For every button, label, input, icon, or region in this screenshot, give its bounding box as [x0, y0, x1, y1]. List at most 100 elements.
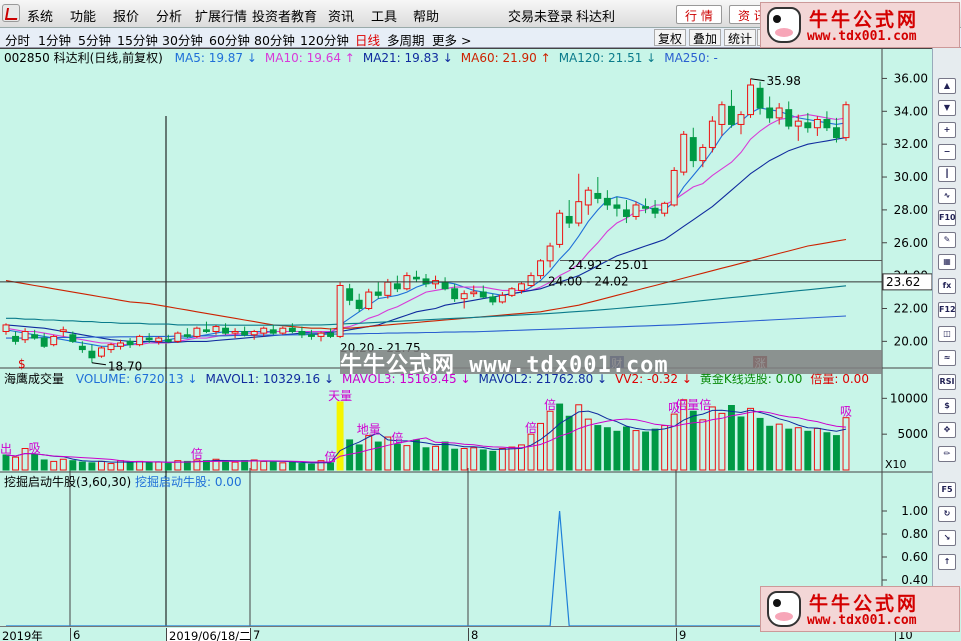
- menu-extended[interactable]: 扩展行情: [195, 6, 247, 25]
- layout-icon[interactable]: ◫: [938, 326, 956, 342]
- grid-icon[interactable]: ▦: [938, 254, 956, 270]
- candle-body: [479, 291, 487, 298]
- money-icon[interactable]: $: [938, 398, 956, 414]
- menu-quote[interactable]: 报价: [113, 6, 139, 25]
- y-tick-label: 5000: [897, 427, 928, 441]
- candle-body: [69, 334, 77, 342]
- f10-icon[interactable]: F10: [938, 210, 956, 226]
- volume-bar: [403, 445, 411, 471]
- candle-body: [565, 215, 573, 224]
- volume-bar: [603, 427, 611, 471]
- f5-icon[interactable]: F5: [938, 482, 956, 498]
- y-tick-label: 1.00: [901, 504, 928, 518]
- y-tick-label: 0.60: [901, 550, 928, 564]
- zoom-in-icon[interactable]: +: [938, 122, 956, 138]
- fx-icon[interactable]: fx: [938, 278, 956, 294]
- candle: [584, 186, 592, 215]
- candle-body: [327, 332, 335, 337]
- period-multi[interactable]: 多周期: [387, 30, 425, 49]
- period-30min[interactable]: 30分钟: [162, 30, 203, 49]
- volume-bar: [384, 436, 392, 471]
- menu-news[interactable]: 资讯: [328, 6, 354, 25]
- candle: [546, 242, 554, 268]
- volume-bar: [661, 425, 669, 471]
- volume-bar: [775, 423, 783, 471]
- period-5min[interactable]: 5分钟: [78, 30, 111, 49]
- candle: [241, 326, 249, 337]
- arrow-down-icon[interactable]: ▼: [938, 100, 956, 116]
- volume-bar: [432, 445, 440, 471]
- candle: [632, 201, 640, 220]
- brand-title: 牛牛公式网: [809, 593, 920, 615]
- candle-icon[interactable]: ┃: [938, 166, 956, 182]
- adjust-button[interactable]: 复权: [654, 29, 687, 46]
- volume-bar: [479, 449, 487, 471]
- date-label: 2019年: [2, 629, 43, 641]
- volume-tag: 出: [0, 442, 12, 456]
- volume-bar: [804, 430, 812, 471]
- menu-system[interactable]: 系统: [27, 6, 53, 25]
- period-15min[interactable]: 15分钟: [117, 30, 158, 49]
- move-icon[interactable]: ✥: [938, 422, 956, 438]
- candle-body: [651, 207, 659, 214]
- candle: [689, 127, 697, 168]
- indicator-legend: 挖掘启动牛股(3,60,30) 挖掘启动牛股: 0.00: [4, 473, 242, 490]
- refresh-icon[interactable]: ↻: [938, 506, 956, 522]
- menu-analysis[interactable]: 分析: [156, 6, 182, 25]
- candle: [842, 101, 850, 141]
- menu-tools[interactable]: 工具: [371, 6, 397, 25]
- small-arrow-icon[interactable]: ↘: [938, 530, 956, 546]
- menu-education[interactable]: 投资者教育: [252, 6, 317, 25]
- period-80min[interactable]: 80分钟: [254, 30, 295, 49]
- volume-bar: [412, 439, 420, 471]
- menu-function[interactable]: 功能: [70, 6, 96, 25]
- ma-legend-item: MA60: 21.90 ↑: [460, 51, 551, 65]
- f12-icon[interactable]: F12: [938, 302, 956, 318]
- candle: [97, 346, 105, 358]
- marker-s: $: [18, 357, 26, 371]
- chart-icon[interactable]: ∿: [938, 188, 956, 204]
- candle: [680, 131, 688, 176]
- pencil-icon[interactable]: ✏: [938, 446, 956, 462]
- period-60min[interactable]: 60分钟: [209, 30, 250, 49]
- candle: [346, 283, 354, 306]
- volume-bar: [794, 427, 802, 471]
- period-daily[interactable]: 日线: [355, 30, 380, 49]
- volume-bar: [374, 441, 382, 471]
- arrow-up-icon[interactable]: ▲: [938, 78, 956, 94]
- candle: [412, 270, 420, 283]
- candle: [298, 326, 306, 339]
- tools-icon[interactable]: ✎: [938, 232, 956, 248]
- volume-bar: [670, 413, 678, 471]
- wave-icon[interactable]: ≈: [938, 350, 956, 366]
- volume-bar: [766, 425, 774, 471]
- overlay-button[interactable]: 叠加: [689, 29, 722, 46]
- app-logo-icon[interactable]: [2, 4, 20, 22]
- volume-tag: 倍: [325, 449, 337, 464]
- period-1min[interactable]: 1分钟: [38, 30, 71, 49]
- small-up-icon[interactable]: ↑: [938, 554, 956, 570]
- rsi-icon[interactable]: RSI: [938, 374, 956, 390]
- candle: [374, 282, 382, 299]
- candle-body: [718, 104, 726, 125]
- volume-bar: [642, 431, 650, 471]
- axis-labels: 20.0022.0024.0026.0028.0030.0032.0034.00…: [882, 71, 928, 610]
- period-more[interactable]: 更多 >: [432, 30, 471, 49]
- candle: [498, 292, 506, 304]
- period-120min[interactable]: 120分钟: [300, 30, 349, 49]
- candle-body: [212, 326, 220, 332]
- volume-bar: [298, 463, 306, 471]
- stats-button[interactable]: 统计: [724, 29, 757, 46]
- tab-quote[interactable]: 行 情: [676, 5, 722, 24]
- candle-body: [775, 107, 783, 119]
- period-tick[interactable]: 分时: [5, 30, 30, 49]
- volume-bar: [336, 401, 344, 471]
- y-tick-label: 28.00: [894, 203, 928, 217]
- volume-bar: [632, 430, 640, 471]
- candle: [575, 173, 583, 227]
- menu-help[interactable]: 帮助: [413, 6, 439, 25]
- zoom-out-icon[interactable]: −: [938, 144, 956, 160]
- volume-bar: [708, 406, 716, 471]
- kline-chart[interactable]: 20.0022.0024.0026.0028.0030.0032.0034.00…: [0, 48, 933, 640]
- volume-bar: [613, 430, 621, 471]
